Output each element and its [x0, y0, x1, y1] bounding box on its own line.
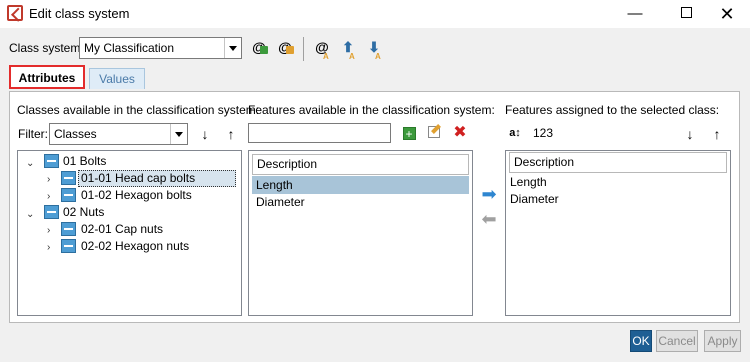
ok-button[interactable]: OK	[630, 330, 652, 352]
chevron-right-icon[interactable]: ›	[47, 222, 57, 236]
tree-item-label: 02-01 Cap nuts	[81, 222, 164, 236]
import-icon[interactable]: ⬆ A	[338, 37, 358, 61]
window-title: Edit class system	[29, 6, 130, 21]
maximize-button[interactable]	[663, 0, 709, 28]
chevron-down-icon[interactable]: ⌄	[26, 155, 36, 169]
assigned-features-header: Features assigned to the selected class:	[505, 103, 720, 117]
export-icon[interactable]: ⬇ A	[364, 37, 384, 61]
classes-header: Classes available in the classification …	[17, 103, 260, 117]
available-features-list[interactable]: Description Length Diameter	[248, 150, 473, 316]
class-system-value: My Classification	[84, 41, 175, 55]
class-system-label: Class system:	[9, 41, 84, 55]
column-header-description[interactable]: Description	[252, 154, 469, 175]
class-system-settings-icon[interactable]: @ A	[312, 37, 332, 61]
class-icon	[44, 205, 59, 219]
delete-feature-icon[interactable]: ✖	[449, 122, 471, 144]
tab-attributes[interactable]: Attributes	[9, 65, 85, 89]
app-icon	[7, 5, 23, 21]
sort-up-icon[interactable]: ↑	[220, 123, 242, 145]
move-up-icon[interactable]: ↑	[706, 123, 728, 145]
list-item[interactable]: Length	[506, 173, 726, 191]
tree-item-hexagon-bolts[interactable]: › 01-02 Hexagon bolts	[18, 187, 238, 204]
class-system-combo[interactable]: My Classification	[79, 37, 242, 59]
class-icon	[61, 171, 76, 185]
list-item[interactable]: Diameter	[506, 190, 726, 208]
tree-item-label: 01 Bolts	[63, 154, 107, 168]
sort-down-icon[interactable]: ↓	[194, 123, 216, 145]
toolbar-separator	[303, 37, 304, 61]
move-down-icon[interactable]: ↓	[679, 123, 701, 145]
list-item[interactable]: Length	[252, 176, 469, 194]
add-feature-icon[interactable]: +	[398, 122, 420, 144]
class-icon	[44, 154, 59, 168]
minimize-button[interactable]: —	[612, 0, 658, 28]
sort-alpha-icon[interactable]: a↕	[504, 122, 526, 144]
class-tree[interactable]: ⌄ 01 Bolts › 01-01 Head cap bolts › 01-0…	[17, 150, 242, 316]
filter-value: Classes	[54, 127, 97, 141]
close-button[interactable]: ✕	[704, 0, 750, 28]
apply-button[interactable]: Apply	[704, 330, 741, 352]
class-icon	[61, 188, 76, 202]
assigned-features-list[interactable]: Description Length Diameter	[505, 150, 731, 316]
chevron-right-icon[interactable]: ›	[47, 239, 57, 253]
tree-item-label: 02 Nuts	[63, 205, 105, 219]
chevron-right-icon[interactable]: ›	[47, 188, 57, 202]
list-item[interactable]: Diameter	[252, 193, 469, 211]
maximize-icon	[680, 7, 692, 18]
chevron-down-icon[interactable]	[170, 124, 187, 144]
edit-feature-icon[interactable]	[423, 122, 445, 144]
sort-numeric-button[interactable]: 123	[533, 126, 553, 140]
cancel-button[interactable]: Cancel	[656, 330, 698, 352]
tree-item-hexagon-nuts[interactable]: › 02-02 Hexagon nuts	[18, 238, 238, 255]
add-class-system-icon[interactable]: @	[249, 37, 269, 57]
available-features-header: Features available in the classification…	[248, 103, 495, 117]
feature-search-input[interactable]	[248, 123, 391, 143]
tree-item-label: 02-02 Hexagon nuts	[81, 239, 190, 253]
tree-item-bolts[interactable]: ⌄ 01 Bolts	[18, 153, 238, 170]
column-header-description[interactable]: Description	[509, 152, 727, 173]
class-icon	[61, 239, 76, 253]
tree-item-head-cap-bolts[interactable]: › 01-01 Head cap bolts	[18, 170, 238, 187]
chevron-right-icon[interactable]: ›	[47, 171, 57, 185]
tree-item-label: 01-01 Head cap bolts	[78, 170, 236, 187]
tab-values[interactable]: Values	[89, 68, 145, 89]
unassign-arrow-icon[interactable]: ⬅	[478, 208, 500, 230]
tree-item-cap-nuts[interactable]: › 02-01 Cap nuts	[18, 221, 238, 238]
class-icon	[61, 222, 76, 236]
tree-item-nuts[interactable]: ⌄ 02 Nuts	[18, 204, 238, 221]
chevron-down-icon[interactable]	[224, 38, 241, 58]
edit-class-system-icon[interactable]: @	[275, 37, 295, 57]
filter-combo[interactable]: Classes	[49, 123, 188, 145]
tree-item-label: 01-02 Hexagon bolts	[81, 188, 192, 202]
chevron-down-icon[interactable]: ⌄	[26, 206, 36, 220]
assign-arrow-icon[interactable]: ➡	[478, 183, 500, 205]
filter-label: Filter:	[18, 127, 48, 141]
